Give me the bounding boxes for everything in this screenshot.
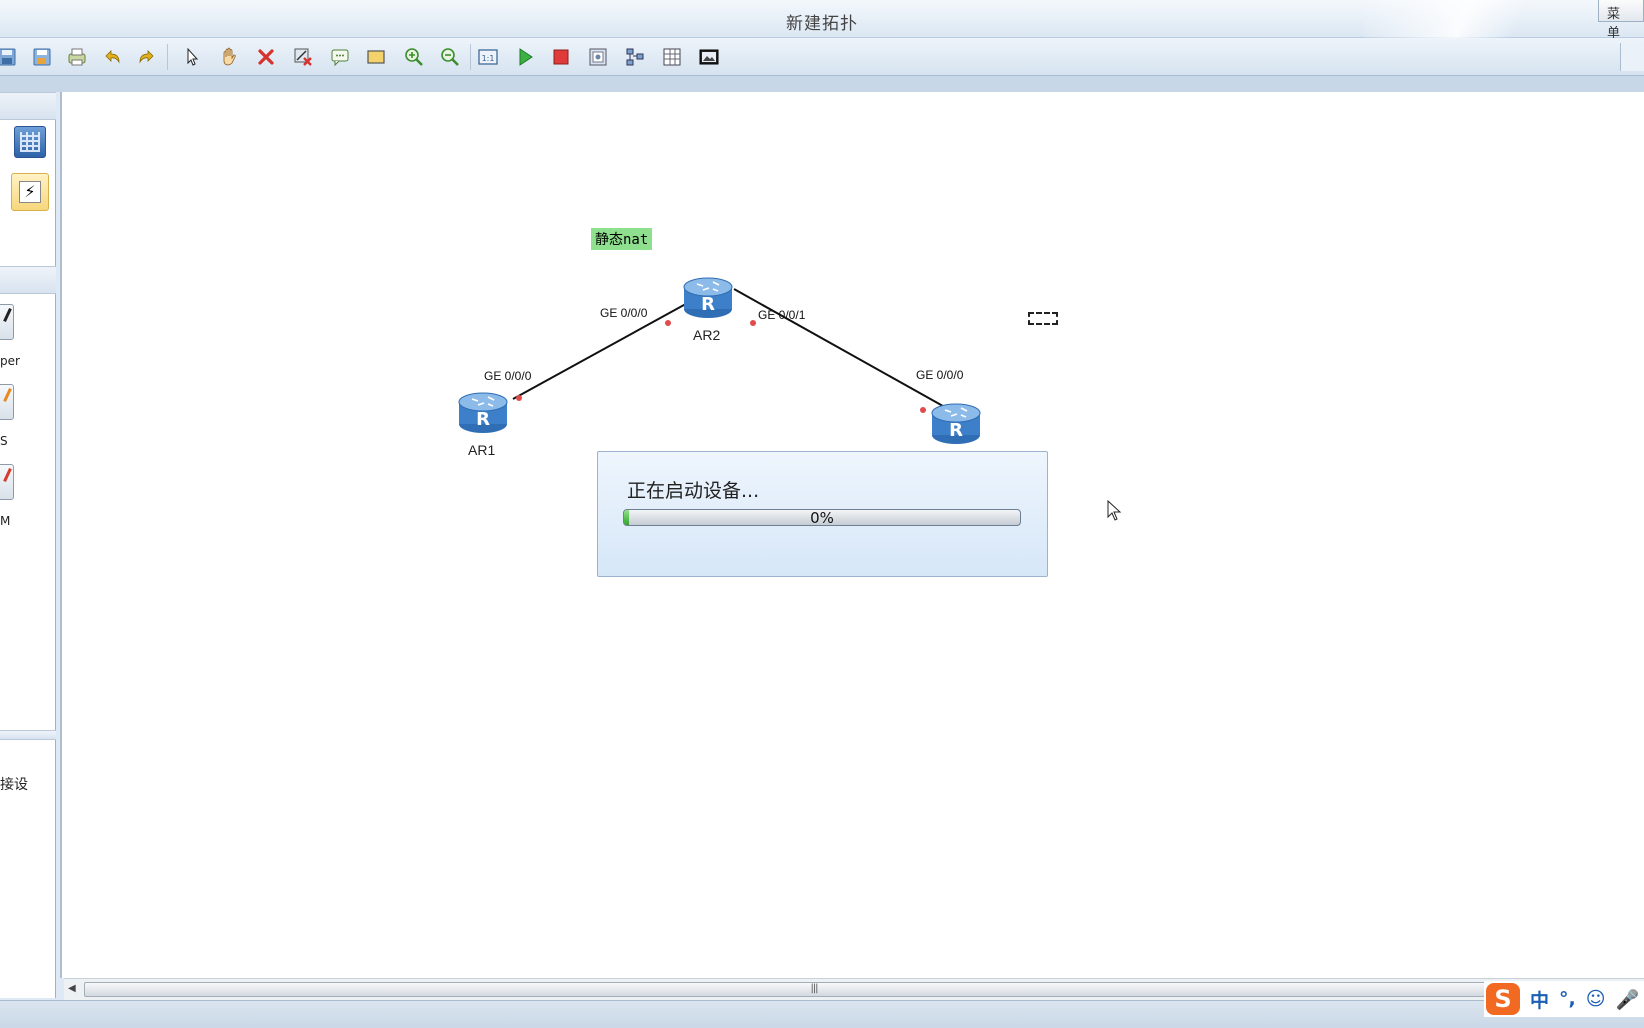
microphone-icon[interactable]: 🎤 — [1616, 988, 1640, 1011]
interface-label: GE 0/0/0 — [484, 369, 532, 383]
screenshot-icon[interactable] — [696, 45, 722, 69]
ime-toolbar[interactable]: S 中 °, ☺ 🎤 — [1484, 981, 1644, 1017]
delete-link-icon[interactable] — [290, 45, 316, 69]
svg-text:1:1: 1:1 — [482, 54, 495, 63]
progress-message: 正在启动设备... — [627, 480, 760, 502]
device-item-icon[interactable] — [0, 384, 14, 420]
redo-icon[interactable] — [134, 45, 160, 69]
port-dot — [516, 395, 522, 401]
rectangle-icon[interactable] — [363, 45, 389, 69]
device-item-icon[interactable] — [0, 464, 14, 500]
text-note[interactable]: 静态nat — [591, 228, 653, 250]
select-icon[interactable] — [179, 45, 205, 69]
port-dot — [750, 320, 756, 326]
startup-progress-dialog: 正在启动设备... 0% — [597, 451, 1048, 577]
panel-toggle-button[interactable] — [1620, 43, 1644, 71]
stop-device-icon[interactable] — [548, 45, 574, 69]
undo-icon[interactable] — [99, 45, 125, 69]
pan-icon[interactable] — [216, 45, 242, 69]
zoom-in-icon[interactable] — [401, 45, 427, 69]
sogou-logo-icon[interactable]: S — [1486, 983, 1520, 1015]
device-item-icon[interactable] — [0, 304, 14, 340]
device-description-text: 接设 — [0, 777, 28, 793]
save-icon[interactable] — [0, 45, 20, 69]
ime-punctuation[interactable]: °, — [1559, 988, 1576, 1010]
text-note-icon[interactable] — [327, 45, 353, 69]
toolbar: 1:1 — [0, 38, 1644, 76]
selection-marquee — [1028, 312, 1058, 325]
scroll-left-arrow-icon[interactable]: ◀ — [68, 983, 76, 994]
svg-text:R: R — [476, 409, 490, 430]
device-label-ar2: AR2 — [693, 327, 721, 343]
emoji-icon[interactable]: ☺ — [1586, 988, 1606, 1010]
save-as-icon[interactable] — [29, 45, 55, 69]
router-icon[interactable]: R — [931, 400, 981, 446]
interface-label: GE 0/0/0 — [600, 306, 648, 320]
ensp-window: 新建拓扑 菜 单 1:1 ⚡ per S M 接设 静态nat R R R AR… — [0, 0, 1644, 1028]
status-bar — [0, 1000, 1644, 1028]
panel-divider — [0, 730, 56, 740]
device-panel: ⚡ per S M 接设 — [0, 92, 56, 998]
svg-text:R: R — [949, 420, 963, 441]
device-item-label: S — [0, 434, 8, 448]
window-title: 新建拓扑 — [786, 14, 858, 34]
port-dot — [665, 320, 671, 326]
fit-icon[interactable]: 1:1 — [475, 45, 501, 69]
svg-text:R: R — [701, 294, 715, 315]
device-category-icon[interactable] — [14, 126, 46, 158]
start-device-icon[interactable] — [512, 45, 538, 69]
print-icon[interactable] — [64, 45, 90, 69]
panel-header-top — [0, 92, 56, 120]
scroll-thumb[interactable]: ||| — [84, 982, 1544, 997]
mouse-cursor-icon — [1107, 500, 1122, 521]
toolbar-strip — [0, 76, 1644, 92]
topology-icon[interactable] — [622, 45, 648, 69]
interface-label: GE 0/0/0 — [916, 368, 964, 382]
ime-chinese-mode[interactable]: 中 — [1530, 986, 1549, 1013]
menu-button[interactable]: 菜 单 — [1598, 0, 1644, 41]
device-item-label: per — [0, 354, 20, 368]
link-tool-icon[interactable]: ⚡ — [11, 173, 49, 211]
capture-icon[interactable] — [585, 45, 611, 69]
router-icon[interactable]: R — [683, 274, 733, 320]
progress-bar: 0% — [623, 509, 1021, 526]
panel-header-devices — [0, 266, 56, 294]
device-item-label: M — [0, 514, 11, 528]
port-dot — [920, 407, 926, 413]
horizontal-scrollbar[interactable]: ◀ ||| — [64, 978, 1644, 1000]
grip-icon: ||| — [810, 983, 818, 994]
device-label-ar1: AR1 — [468, 442, 496, 458]
zoom-out-icon[interactable] — [437, 45, 463, 69]
title-bar: 新建拓扑 菜 单 — [0, 0, 1644, 41]
progress-percent: 0% — [810, 509, 834, 526]
interface-label: GE 0/0/1 — [758, 308, 806, 322]
delete-icon[interactable] — [253, 45, 279, 69]
router-icon[interactable]: R — [458, 389, 508, 435]
grid-icon[interactable] — [659, 45, 685, 69]
